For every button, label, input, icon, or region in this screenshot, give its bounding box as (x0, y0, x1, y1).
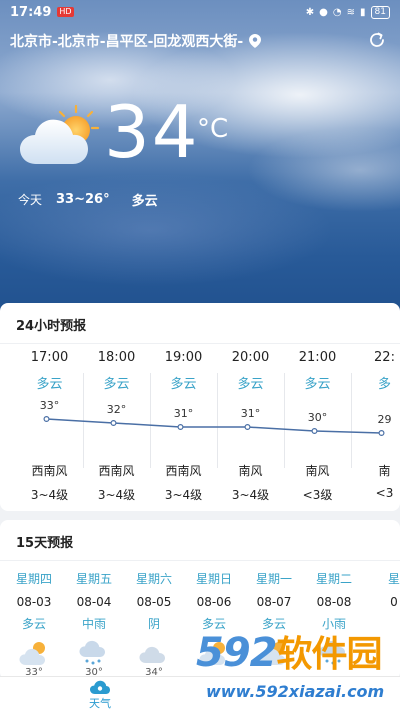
daily-date: 0 (390, 595, 398, 609)
today-label: 今天 (18, 193, 43, 207)
temp-point (177, 423, 184, 430)
temp-point (311, 427, 318, 434)
location-status-icon: ● (319, 6, 328, 18)
daily-weekday: 星期四 (15, 572, 52, 586)
current-temperature: 34 (104, 90, 200, 174)
watermark-logo: 592软件园 www.592xiazai.com (196, 630, 396, 708)
nav-tab-weather[interactable]: 天气 (70, 677, 130, 711)
daily-weekday: 星期六 (135, 572, 172, 586)
rain-icon (78, 639, 110, 667)
alarm-icon: ◔ (332, 6, 342, 18)
daily-condition: 多云 (21, 617, 46, 631)
temp-point (43, 415, 50, 422)
status-bar: 17:49 HD ✱ ● ◔ ≋ ▮ 81 (0, 0, 400, 24)
today-condition: 多云 (131, 194, 158, 209)
temp-trend-line (46, 418, 382, 434)
temperature-unit: °C (197, 114, 229, 144)
daily-weekday: 星期一 (255, 572, 292, 586)
watermark-url: www.592xiazai.com (206, 682, 385, 701)
location-text[interactable]: 北京市-北京市-昌平区-回龙观西大街- (10, 31, 243, 51)
refresh-icon[interactable] (368, 31, 386, 49)
watermark-brand: 592软件园 (196, 630, 383, 678)
today-temp-range: 33~26° (56, 192, 110, 207)
daily-weekday: 星期日 (195, 572, 232, 586)
location-pin-icon (249, 34, 262, 48)
notification-badge: HD (57, 7, 74, 17)
daily-weekday: 星期五 (75, 572, 112, 586)
nav-tab-weather-label: 天气 (89, 697, 111, 710)
status-icons: ✱ ● ◔ ≋ ▮ 81 (305, 5, 390, 19)
daily-forecast-title: 15天预报 (16, 536, 74, 551)
partly-cloudy-icon (18, 639, 50, 667)
daily-weekday: 星期二 (315, 572, 352, 586)
watermark-brand-name: 软件园 (276, 634, 383, 675)
daily-item: 星期五 08-04 中雨 30° (64, 570, 124, 677)
partly-cloudy-icon (20, 104, 100, 164)
signal-icon: ▮ (360, 6, 366, 18)
divider (0, 560, 400, 561)
daily-item: 星期六 08-05 阴 34° (124, 570, 184, 677)
daily-date: 08-08 (316, 595, 352, 609)
hourly-forecast-card[interactable]: 24小时预报 17:00 多云 33° 西南风 3~4级 18:00 多云 32° 西南风 3~4… (0, 303, 400, 511)
today-summary: 今天 33~26° 多云 (18, 190, 158, 209)
bluetooth-icon: ✱ (305, 6, 315, 18)
status-time: 17:49 (10, 4, 52, 20)
temp-point (110, 419, 117, 426)
temp-point (378, 429, 385, 436)
weather-tab-icon (90, 680, 110, 694)
daily-date: 08-04 (76, 595, 112, 609)
daily-date: 08-03 (16, 595, 52, 609)
daily-date: 08-05 (136, 595, 172, 609)
watermark-brand-number: 592 (196, 630, 277, 676)
daily-condition: 中雨 (81, 617, 106, 631)
cloud-icon (138, 639, 170, 667)
wifi-icon: ≋ (346, 6, 356, 18)
hourly-temp-line (43, 415, 385, 436)
daily-weekday: 星 (387, 572, 400, 586)
battery-icon: 81 (370, 5, 390, 19)
location-bar[interactable]: 北京市-北京市-昌平区-回龙观西大街- (10, 30, 390, 52)
temp-point (244, 423, 251, 430)
daily-date: 08-07 (256, 595, 292, 609)
daily-condition: 阴 (147, 617, 160, 631)
daily-item: 星期四 08-03 多云 33° (4, 570, 64, 677)
daily-date: 08-06 (196, 595, 232, 609)
